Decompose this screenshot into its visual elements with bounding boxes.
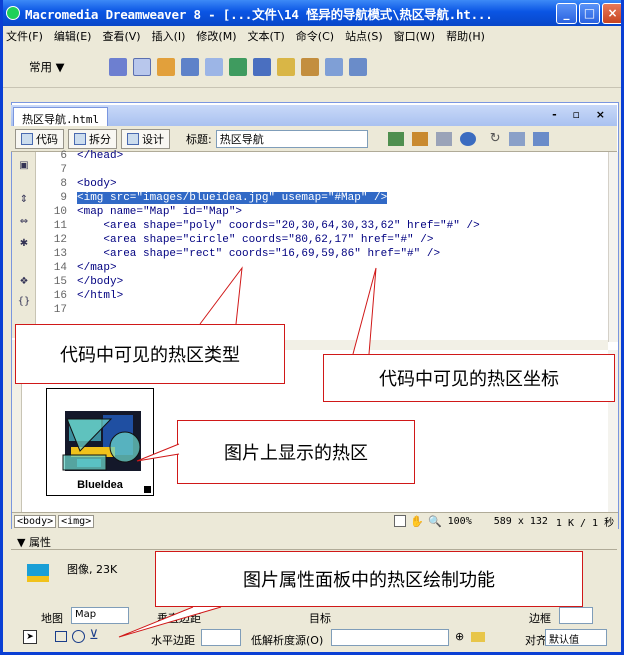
application-window: Macromedia Dreamweaver 8 - [...文件\14 怪异的… — [0, 0, 624, 655]
callout-pointers — [118, 266, 377, 638]
